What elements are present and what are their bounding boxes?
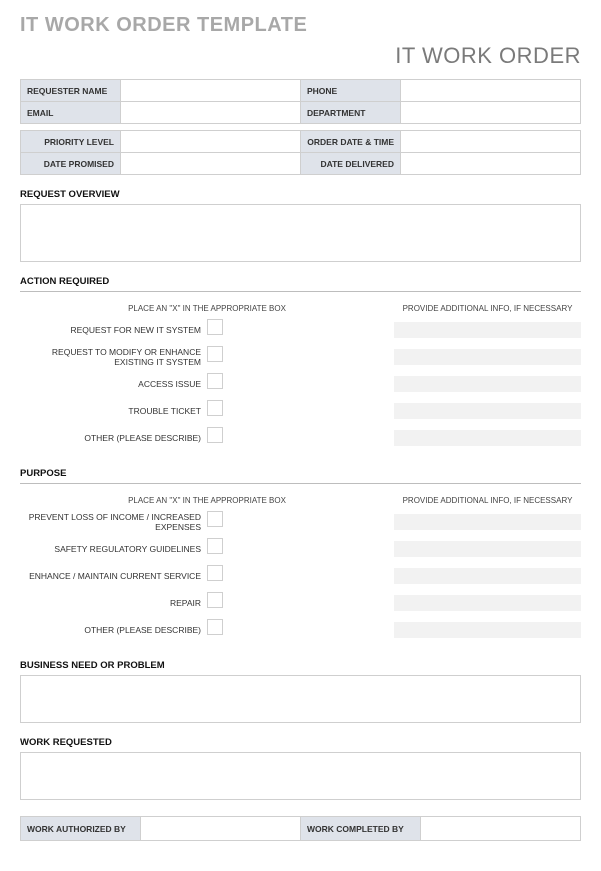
action-hint-left: PLACE AN "X" IN THE APPROPRIATE BOX <box>20 304 394 313</box>
action-hint-right: PROVIDE ADDITIONAL INFO, IF NECESSARY <box>394 304 581 313</box>
email-field[interactable] <box>121 102 301 124</box>
purpose-row-label: ENHANCE / MAINTAIN CURRENT SERVICE <box>20 565 207 586</box>
purpose-checkbox[interactable] <box>207 592 223 608</box>
completed-by-label: WORK COMPLETED BY <box>301 817 421 841</box>
signature-table: WORK AUTHORIZED BY WORK COMPLETED BY <box>20 816 581 841</box>
purpose-info-field[interactable] <box>394 541 581 557</box>
divider <box>20 291 581 292</box>
order-date-field[interactable] <box>401 131 581 153</box>
business-need-heading: BUSINESS NEED OR PROBLEM <box>20 660 581 671</box>
date-delivered-label: DATE DELIVERED <box>301 153 401 175</box>
action-row-label: OTHER (PLEASE DESCRIBE) <box>20 427 207 448</box>
priority-label: PRIORITY LEVEL <box>21 131 121 153</box>
action-info-field[interactable] <box>394 430 581 446</box>
action-checkbox[interactable] <box>207 346 223 362</box>
purpose-info-field[interactable] <box>394 514 581 530</box>
work-requested-box[interactable] <box>20 752 581 800</box>
action-info-field[interactable] <box>394 376 581 392</box>
phone-label: PHONE <box>301 80 401 102</box>
requester-name-label: REQUESTER NAME <box>21 80 121 102</box>
action-required-grid: PLACE AN "X" IN THE APPROPRIATE BOX PROV… <box>20 298 581 454</box>
purpose-row-label: PREVENT LOSS OF INCOME / INCREASED EXPEN… <box>20 511 207 532</box>
purpose-checkbox[interactable] <box>207 511 223 527</box>
purpose-hint-left: PLACE AN "X" IN THE APPROPRIATE BOX <box>20 496 394 505</box>
department-label: DEPARTMENT <box>301 102 401 124</box>
action-row-label: REQUEST TO MODIFY OR ENHANCE EXISTING IT… <box>20 346 207 367</box>
page-title: IT WORK ORDER TEMPLATE <box>20 14 581 37</box>
action-checkbox[interactable] <box>207 373 223 389</box>
request-overview-heading: REQUEST OVERVIEW <box>20 189 581 200</box>
action-info-field[interactable] <box>394 349 581 365</box>
purpose-heading: PURPOSE <box>20 468 581 479</box>
action-checkbox[interactable] <box>207 427 223 443</box>
action-row-label: ACCESS ISSUE <box>20 373 207 394</box>
action-info-field[interactable] <box>394 322 581 338</box>
header-table-2: PRIORITY LEVEL ORDER DATE & TIME DATE PR… <box>20 130 581 175</box>
phone-field[interactable] <box>401 80 581 102</box>
department-field[interactable] <box>401 102 581 124</box>
requester-name-field[interactable] <box>121 80 301 102</box>
divider <box>20 483 581 484</box>
date-promised-field[interactable] <box>121 153 301 175</box>
purpose-row-label: REPAIR <box>20 592 207 613</box>
purpose-row-label: OTHER (PLEASE DESCRIBE) <box>20 619 207 640</box>
purpose-grid: PLACE AN "X" IN THE APPROPRIATE BOX PROV… <box>20 490 581 646</box>
action-row-label: TROUBLE TICKET <box>20 400 207 421</box>
purpose-hint-right: PROVIDE ADDITIONAL INFO, IF NECESSARY <box>394 496 581 505</box>
order-date-label: ORDER DATE & TIME <box>301 131 401 153</box>
purpose-checkbox[interactable] <box>207 619 223 635</box>
authorized-by-field[interactable] <box>141 817 301 841</box>
completed-by-field[interactable] <box>421 817 581 841</box>
priority-field[interactable] <box>121 131 301 153</box>
action-checkbox[interactable] <box>207 400 223 416</box>
purpose-info-field[interactable] <box>394 568 581 584</box>
request-overview-box[interactable] <box>20 204 581 262</box>
date-promised-label: DATE PROMISED <box>21 153 121 175</box>
purpose-checkbox[interactable] <box>207 565 223 581</box>
action-row-label: REQUEST FOR NEW IT SYSTEM <box>20 319 207 340</box>
action-info-field[interactable] <box>394 403 581 419</box>
purpose-info-field[interactable] <box>394 595 581 611</box>
work-requested-heading: WORK REQUESTED <box>20 737 581 748</box>
business-need-box[interactable] <box>20 675 581 723</box>
authorized-by-label: WORK AUTHORIZED BY <box>21 817 141 841</box>
action-checkbox[interactable] <box>207 319 223 335</box>
date-delivered-field[interactable] <box>401 153 581 175</box>
email-label: EMAIL <box>21 102 121 124</box>
header-table-1: REQUESTER NAME PHONE EMAIL DEPARTMENT <box>20 79 581 124</box>
action-required-heading: ACTION REQUIRED <box>20 276 581 287</box>
purpose-row-label: SAFETY REGULATORY GUIDELINES <box>20 538 207 559</box>
purpose-checkbox[interactable] <box>207 538 223 554</box>
purpose-info-field[interactable] <box>394 622 581 638</box>
sub-title: IT WORK ORDER <box>20 43 581 69</box>
